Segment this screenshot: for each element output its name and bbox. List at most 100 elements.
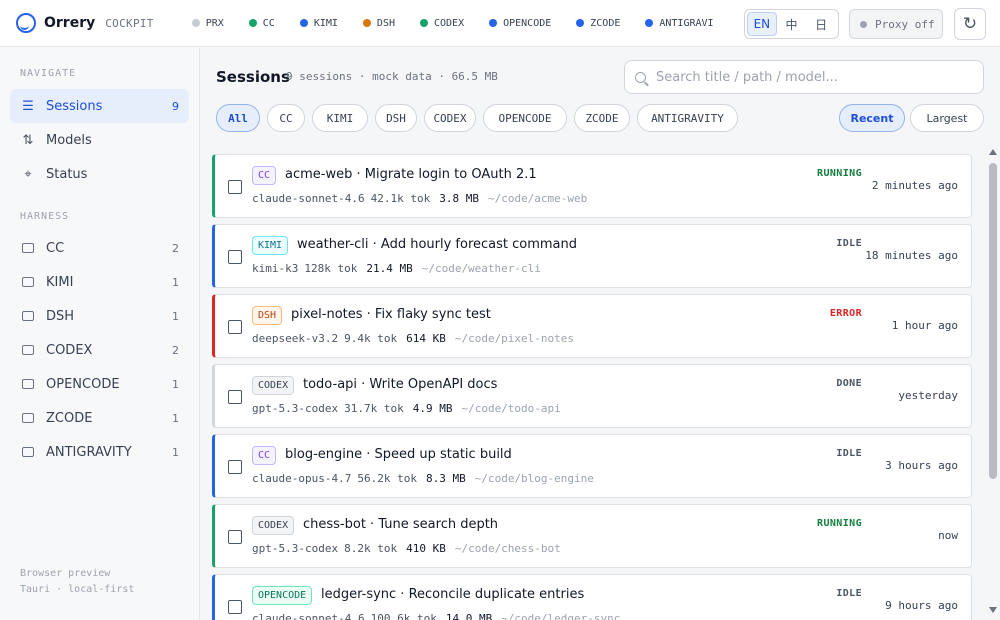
sidebar-item-codex[interactable]: CODEX 2 — [10, 333, 189, 367]
folder-shape — [22, 277, 34, 287]
sidebar: NAVIGATE ☰ Sessions 9 ⇅ Models ⌖ Status HARNES… — [0, 48, 200, 620]
sidebar-item-label: DSH — [46, 308, 75, 324]
brand: Orrery COCKPIT — [16, 13, 154, 33]
proxy-toggle-button[interactable]: Proxy off — [849, 9, 943, 39]
session-card[interactable]: CODEX chess-bot · Tune search depth gpt-5.… — [212, 504, 972, 568]
session-list: CC acme-web · Migrate login to OAuth 2.1 c… — [212, 154, 974, 620]
harness-badge: KIMI — [252, 236, 289, 255]
folder-icon — [20, 447, 36, 457]
sidebar-item-count: 2 — [172, 343, 179, 357]
session-checkbox[interactable] — [228, 600, 242, 614]
sidebar-item-models[interactable]: ⇅ Models — [10, 123, 189, 157]
folder-icon — [20, 243, 36, 253]
session-checkbox[interactable] — [228, 530, 242, 544]
sidebar-item-cc[interactable]: CC 2 — [10, 231, 189, 265]
scroll-up-arrow-icon[interactable] — [989, 149, 997, 155]
session-size: 8.3 MB — [425, 472, 466, 485]
session-card[interactable]: CC blog-engine · Speed up static build cla… — [212, 434, 972, 498]
session-tokens: 100.6k tok — [370, 612, 437, 620]
scrollbar-thumb[interactable] — [989, 163, 997, 479]
harness-section-title: HARNESS — [20, 211, 70, 222]
session-title[interactable]: ledger-sync · Reconcile duplicate entrie… — [321, 587, 584, 602]
search-input[interactable] — [656, 69, 956, 85]
session-checkbox[interactable] — [228, 460, 242, 474]
footer-line-2: Tauri · local-first — [20, 584, 135, 595]
session-size: 410 KB — [406, 542, 446, 555]
session-card[interactable]: CODEX todo-api · Write OpenAPI docs gpt-5.… — [212, 364, 972, 428]
session-size: 3.8 MB — [439, 192, 479, 205]
session-title[interactable]: blog-engine · Speed up static build — [285, 447, 512, 462]
session-card[interactable]: KIMI weather-cli · Add hourly forecast co… — [212, 224, 972, 288]
sidebar-item-kimi[interactable]: KIMI 1 — [10, 265, 189, 299]
harness-chip-label: PRX — [205, 17, 224, 29]
sidebar-footer: Browser preview Tauri · local-first — [20, 566, 134, 598]
proxy-label: Proxy off — [875, 17, 935, 31]
filter-codex-button[interactable]: CODEX — [424, 104, 476, 132]
folder-icon — [20, 345, 36, 355]
session-title[interactable]: weather-cli · Add hourly forecast comman… — [297, 237, 577, 252]
session-path: ~/code/pixel-notes — [454, 332, 575, 345]
session-tokens: 128k tok — [304, 262, 358, 275]
session-tokens: 8.2k tok — [344, 542, 398, 555]
session-checkbox[interactable] — [228, 390, 242, 404]
harness-chip-prx[interactable]: PRX — [191, 17, 224, 29]
sort-largest-button[interactable]: Largest — [910, 104, 984, 132]
sidebar-item-label: KIMI — [46, 274, 74, 290]
sidebar-item-sessions[interactable]: ☰ Sessions 9 — [10, 89, 189, 123]
sort-recent-button[interactable]: Recent — [839, 104, 905, 132]
harness-chip-antigravi[interactable]: ANTIGRAVI — [645, 18, 714, 29]
session-title[interactable]: chess-bot · Tune search depth — [303, 517, 498, 532]
session-card[interactable]: OPENCODE ledger-sync · Reconcile duplicat… — [212, 574, 972, 620]
lang-ja-button[interactable]: 日 — [806, 12, 836, 36]
search-box — [624, 60, 984, 94]
session-title[interactable]: acme-web · Migrate login to OAuth 2.1 — [285, 167, 537, 182]
status-icon: ⌖ — [24, 166, 32, 182]
filter-cc-button[interactable]: CC — [267, 104, 305, 132]
sidebar-item-zcode[interactable]: ZCODE 1 — [10, 401, 189, 435]
filter-all-button[interactable]: All — [216, 104, 260, 132]
filter-opencode-button[interactable]: OPENCODE — [483, 104, 567, 132]
harness-chip-zcode[interactable]: ZCODE — [576, 18, 620, 29]
filter-kimi-button[interactable]: KIMI — [312, 104, 368, 132]
session-checkbox[interactable] — [228, 250, 242, 264]
lang-zh-button[interactable]: 中 — [777, 12, 807, 36]
session-model: gpt-5.3-codex — [252, 542, 339, 555]
sidebar-item-status[interactable]: ⌖ Status — [10, 157, 189, 191]
folder-icon — [20, 277, 36, 287]
refresh-button[interactable]: ↻ — [954, 8, 986, 40]
session-model: gpt-5.3-codex — [252, 402, 339, 415]
filter-antigravity-button[interactable]: ANTIGRAVITY — [637, 104, 738, 132]
harness-chip-codex[interactable]: CODEX — [419, 18, 464, 29]
status-badge: RUNNING — [817, 168, 862, 179]
session-model: claude-sonnet-4.6 — [252, 192, 365, 205]
harness-badge: CC — [252, 446, 277, 465]
session-timestamp: 18 minutes ago — [865, 249, 958, 262]
scroll-down-arrow-icon[interactable] — [989, 607, 997, 613]
harness-chip-dsh[interactable]: DSH — [362, 18, 395, 29]
harness-chip-kimi[interactable]: KIMI — [299, 18, 338, 29]
session-checkbox[interactable] — [228, 180, 242, 194]
sidebar-item-opencode[interactable]: OPENCODE 1 — [10, 367, 189, 401]
session-title[interactable]: todo-api · Write OpenAPI docs — [303, 377, 497, 392]
filter-dsh-button[interactable]: DSH — [375, 104, 417, 132]
session-path: ~/code/ledger-sync — [501, 612, 621, 620]
sidebar-item-dsh[interactable]: DSH 1 — [10, 299, 189, 333]
filter-zcode-button[interactable]: ZCODE — [574, 104, 630, 132]
harness-badge: DSH — [252, 306, 283, 325]
session-card[interactable]: DSH pixel-notes · Fix flaky sync test deep… — [212, 294, 972, 358]
lang-en-button[interactable]: EN — [747, 12, 777, 36]
folder-shape — [22, 345, 34, 355]
session-model: kimi-k3 — [252, 262, 299, 275]
harness-chip-cc[interactable]: CC — [248, 18, 275, 29]
session-title[interactable]: pixel-notes · Fix flaky sync test — [291, 307, 491, 322]
session-card[interactable]: CC acme-web · Migrate login to OAuth 2.1 c… — [212, 154, 972, 218]
session-checkbox[interactable] — [228, 320, 242, 334]
sidebar-item-antigravity[interactable]: ANTIGRAVITY 1 — [10, 435, 189, 469]
status-dot-icon — [191, 19, 200, 27]
sessions-summary: 9 sessions · mock data · 66.5 MB — [286, 70, 498, 83]
refresh-icon: ↻ — [962, 14, 978, 34]
session-timestamp: 3 hours ago — [885, 459, 958, 472]
session-timestamp: 2 minutes ago — [871, 179, 958, 192]
harness-chip-opencode[interactable]: OPENCODE — [489, 18, 551, 29]
language-switcher: EN 中 日 — [744, 9, 839, 39]
